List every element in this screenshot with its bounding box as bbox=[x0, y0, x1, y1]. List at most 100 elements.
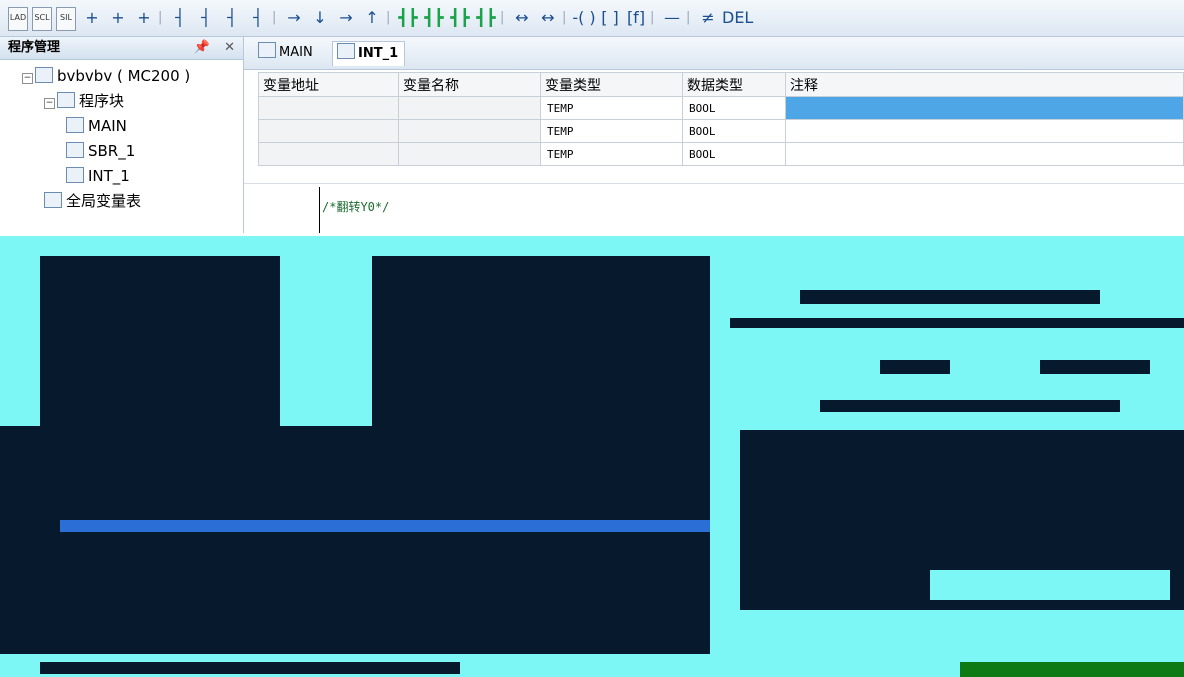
toolbar-button[interactable]: DEL bbox=[722, 7, 753, 29]
tree-item-label: INT_1 bbox=[88, 167, 130, 185]
program-manager-title-bar: 程序管理 📌 ✕ bbox=[0, 37, 243, 60]
column-header-name: 变量名称 bbox=[398, 72, 541, 97]
toolbar-separator: | bbox=[686, 10, 691, 25]
toolbar-button[interactable]: ┤ bbox=[168, 7, 192, 29]
tree-item-label: 全局变量表 bbox=[66, 192, 142, 210]
table-cell[interactable]: TEMP bbox=[540, 142, 683, 166]
table-row[interactable]: TEMP BOOL bbox=[258, 142, 1184, 166]
tree-item[interactable]: 全局变量表 bbox=[44, 190, 141, 212]
toolbar-separator: | bbox=[158, 10, 163, 25]
interrupt-icon bbox=[66, 167, 84, 183]
toolbar-button[interactable]: ┤ bbox=[194, 7, 218, 29]
toolbar-button[interactable]: + bbox=[80, 7, 104, 29]
toolbar-separator: | bbox=[500, 10, 505, 25]
tree-expander-icon[interactable]: − bbox=[22, 73, 33, 84]
toolbar-button[interactable]: SIL bbox=[56, 7, 76, 31]
toolbar-button[interactable]: ┫┣ bbox=[474, 7, 498, 29]
table-cell[interactable]: BOOL bbox=[682, 142, 786, 166]
toolbar-button[interactable]: → bbox=[334, 7, 358, 29]
toolbar-button[interactable]: -( ) bbox=[572, 7, 596, 29]
tree-expander-icon[interactable]: − bbox=[44, 98, 55, 109]
toolbar-separator: | bbox=[272, 10, 277, 25]
toolbar-button[interactable]: ↔ bbox=[510, 7, 534, 29]
table-cell[interactable] bbox=[398, 142, 541, 166]
toolbar-button[interactable]: + bbox=[132, 7, 156, 29]
corrupted-block bbox=[800, 290, 1100, 304]
toolbar-button[interactable]: ┫┣ bbox=[422, 7, 446, 29]
tab-main[interactable]: MAIN bbox=[254, 41, 319, 65]
toolbar-button[interactable]: SCL bbox=[32, 7, 52, 31]
table-cell[interactable] bbox=[785, 119, 1184, 143]
corrupted-block bbox=[730, 318, 1184, 328]
variable-table: 变量地址 变量名称 变量类型 数据类型 注释 TEMP BOOL TEMP BOOL T… bbox=[258, 72, 1184, 166]
code-comment: /*翻转Y0*/ bbox=[322, 200, 390, 214]
table-cell[interactable] bbox=[785, 142, 1184, 166]
tree-item[interactable]: MAIN bbox=[66, 115, 127, 137]
column-header-address: 变量地址 bbox=[258, 72, 399, 97]
toolbar-button[interactable]: ┤ bbox=[246, 7, 270, 29]
tab-label: INT_1 bbox=[358, 46, 399, 61]
toolbar-separator: | bbox=[386, 10, 391, 25]
toolbar-button[interactable]: ┤ bbox=[220, 7, 244, 29]
toolbar-button[interactable]: ↔ bbox=[536, 7, 560, 29]
tree-item-label: SBR_1 bbox=[88, 142, 136, 160]
toolbar-button[interactable]: ↓ bbox=[308, 7, 332, 29]
text-cursor bbox=[319, 187, 320, 233]
toolbar-separator: | bbox=[650, 10, 655, 25]
toolbar-button[interactable]: [f] bbox=[624, 7, 648, 29]
interrupt-icon bbox=[337, 43, 355, 59]
tree-item[interactable]: INT_1 bbox=[66, 165, 130, 187]
toolbar-button[interactable]: — bbox=[660, 7, 684, 29]
corrupted-block bbox=[960, 662, 1184, 677]
table-cell[interactable] bbox=[398, 96, 541, 120]
corrupted-block bbox=[0, 426, 710, 654]
toolbar-button[interactable]: ┫┣ bbox=[448, 7, 472, 29]
corrupted-block bbox=[820, 400, 1120, 412]
main-toolbar: LAD SCL SIL + + + | ┤ ┤ ┤ ┤ | → ↓ → ↑ | ┫┣ ┫┣ ┫┣ ┫┣ | ↔ ↔ | -( )[… bbox=[0, 0, 1184, 37]
table-cell[interactable] bbox=[785, 96, 1184, 120]
corrupted-block bbox=[1040, 360, 1150, 374]
table-row[interactable]: TEMP BOOL bbox=[258, 96, 1184, 120]
tree-item[interactable]: − bvbvbv ( MC200 ) bbox=[22, 65, 190, 87]
ladder-editor[interactable]: /*翻转Y0*/ bbox=[244, 183, 1184, 237]
corrupted-block bbox=[880, 360, 950, 374]
column-header-comment: 注释 bbox=[785, 72, 1184, 97]
tree-item[interactable]: SBR_1 bbox=[66, 140, 135, 162]
toolbar-button[interactable]: ┫┣ bbox=[396, 7, 420, 29]
toolbar-button[interactable]: [ ] bbox=[598, 7, 622, 29]
tab-int-1[interactable]: INT_1 bbox=[332, 41, 406, 66]
program-manager-pane: 程序管理 📌 ✕ − bvbvbv ( MC200 ) − 程序块 MAIN SBR_1 I… bbox=[0, 37, 244, 233]
toolbar-button[interactable]: → bbox=[282, 7, 306, 29]
main-program-icon bbox=[66, 117, 84, 133]
global-variables-icon bbox=[44, 192, 62, 208]
toolbar-button[interactable]: LAD bbox=[8, 7, 28, 31]
close-icon[interactable]: ✕ bbox=[224, 40, 235, 55]
pin-icon[interactable]: 📌 bbox=[194, 40, 210, 55]
project-icon bbox=[35, 67, 53, 83]
tab-label: MAIN bbox=[279, 45, 313, 60]
table-row[interactable]: TEMP BOOL bbox=[258, 119, 1184, 143]
toolbar-button[interactable]: ↑ bbox=[360, 7, 384, 29]
subroutine-icon bbox=[66, 142, 84, 158]
table-cell[interactable] bbox=[258, 96, 399, 120]
column-header-var-type: 变量类型 bbox=[540, 72, 683, 97]
editor-tab-bar: MAIN INT_1 bbox=[244, 37, 1184, 70]
table-cell[interactable] bbox=[258, 142, 399, 166]
toolbar-button[interactable]: + bbox=[106, 7, 130, 29]
tree-item[interactable]: − 程序块 bbox=[44, 90, 124, 112]
corrupted-block bbox=[280, 256, 360, 426]
table-cell[interactable]: BOOL bbox=[682, 96, 786, 120]
table-cell[interactable] bbox=[398, 119, 541, 143]
corrupted-block bbox=[372, 256, 710, 426]
corrupted-block bbox=[40, 662, 460, 674]
toolbar-button[interactable]: ≠ bbox=[696, 7, 720, 29]
table-cell[interactable]: TEMP bbox=[540, 119, 683, 143]
toolbar-separator: | bbox=[562, 10, 567, 25]
corrupted-block bbox=[60, 520, 710, 532]
tree-item-label: MAIN bbox=[88, 117, 127, 135]
tree-item-label: bvbvbv ( MC200 ) bbox=[57, 67, 191, 85]
table-cell[interactable]: BOOL bbox=[682, 119, 786, 143]
table-cell[interactable]: TEMP bbox=[540, 96, 683, 120]
table-cell[interactable] bbox=[258, 119, 399, 143]
tree-item-label: 程序块 bbox=[79, 92, 125, 110]
